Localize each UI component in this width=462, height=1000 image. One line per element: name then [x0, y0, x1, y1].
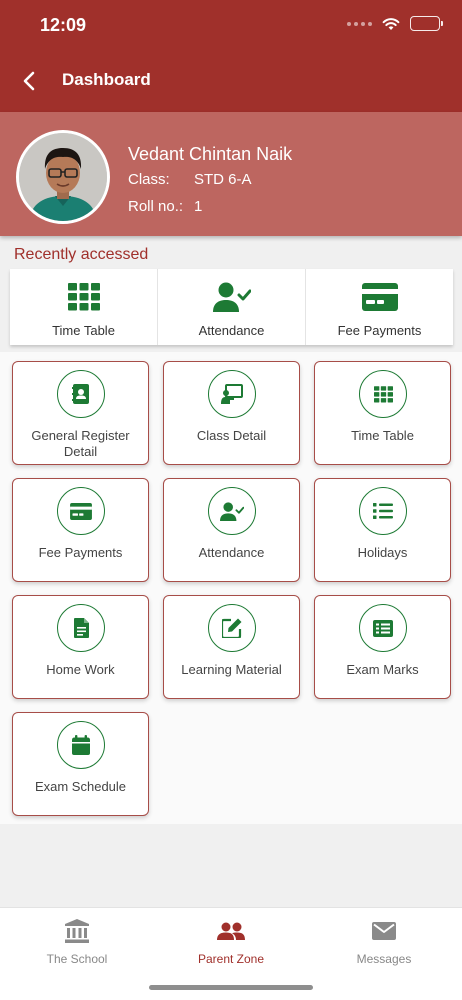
tab-messages[interactable]: Messages	[324, 918, 444, 968]
student-name: Vedant Chintan Naik	[128, 144, 293, 164]
user-check-icon	[212, 282, 251, 312]
student-avatar	[16, 130, 110, 224]
wifi-icon	[382, 17, 400, 30]
student-photo	[19, 133, 107, 221]
calendar-icon	[72, 735, 90, 755]
contacts-book-icon	[72, 384, 89, 404]
tile-holidays[interactable]: Holidays	[314, 478, 451, 582]
tab-label: Messages	[356, 952, 412, 966]
back-button[interactable]	[16, 66, 42, 96]
home-indicator	[149, 985, 313, 990]
mail-icon	[372, 922, 396, 940]
recently-accessed-bar: Time Table Attendance Fee Payments	[10, 269, 453, 345]
grid-icon	[373, 385, 393, 403]
tab-the-school[interactable]: The School	[17, 918, 137, 968]
tile-time-table[interactable]: Time Table	[314, 361, 451, 465]
tile-label: General Register Detail	[31, 428, 130, 459]
edit-icon	[222, 618, 242, 638]
user-check-icon	[220, 501, 244, 521]
roll-label: Roll no.:	[128, 198, 184, 215]
student-profile-card: Vedant Chintan Naik Class: STD 6-A Roll …	[0, 112, 462, 236]
tab-label: Parent Zone	[197, 952, 265, 966]
battery-icon	[410, 16, 443, 31]
tile-label: Home Work	[46, 662, 115, 677]
class-row: Class: STD 6-A	[128, 171, 252, 188]
recent-item-time-table[interactable]: Time Table	[10, 269, 158, 345]
tab-parent-zone[interactable]: Parent Zone	[171, 918, 291, 968]
tile-label: Exam Schedule	[34, 779, 127, 794]
status-time: 12:09	[40, 15, 87, 35]
class-label: Class:	[128, 171, 170, 188]
page-title: Dashboard	[62, 70, 151, 89]
tile-fee-payments[interactable]: Fee Payments	[12, 478, 149, 582]
people-icon	[217, 922, 245, 940]
credit-card-icon	[70, 502, 92, 520]
tile-label: Time Table	[351, 428, 414, 443]
status-icons	[347, 16, 443, 31]
recent-item-label: Fee Payments	[337, 323, 422, 338]
document-icon	[73, 618, 89, 638]
cellular-signal-icon	[347, 21, 372, 26]
list-icon	[373, 503, 393, 519]
tile-attendance[interactable]: Attendance	[163, 478, 300, 582]
tile-label: Fee Payments	[38, 545, 123, 560]
status-bar: 12:09	[0, 0, 462, 52]
credit-card-icon	[361, 283, 398, 311]
marks-sheet-icon	[373, 619, 393, 637]
tile-label: Holidays	[357, 545, 408, 560]
tile-home-work[interactable]: Home Work	[12, 595, 149, 699]
recent-item-label: Attendance	[198, 323, 265, 338]
tile-label: Class Detail	[196, 428, 267, 443]
tile-exam-schedule[interactable]: Exam Schedule	[12, 712, 149, 816]
tile-class-detail[interactable]: Class Detail	[163, 361, 300, 465]
recently-accessed-heading: Recently accessed	[14, 246, 149, 263]
recent-item-attendance[interactable]: Attendance	[158, 269, 306, 345]
presentation-icon	[221, 384, 243, 404]
grid-icon	[67, 283, 100, 311]
class-value: STD 6-A	[194, 171, 252, 188]
roll-value: 1	[194, 198, 203, 215]
nav-bar: Dashboard	[0, 52, 462, 112]
tile-label: Attendance	[198, 545, 265, 560]
tile-exam-marks[interactable]: Exam Marks	[314, 595, 451, 699]
tile-general-register-detail[interactable]: General Register Detail	[12, 361, 149, 465]
roll-row: Roll no.: 1	[128, 198, 202, 215]
recent-item-fee-payments[interactable]: Fee Payments	[306, 269, 453, 345]
tile-label: Learning Material	[181, 662, 282, 677]
tile-learning-material[interactable]: Learning Material	[163, 595, 300, 699]
tile-label: Exam Marks	[346, 662, 419, 677]
tab-label: The School	[46, 952, 108, 966]
chevron-left-icon	[23, 71, 35, 91]
recent-item-label: Time Table	[52, 323, 115, 338]
school-icon	[65, 919, 89, 943]
